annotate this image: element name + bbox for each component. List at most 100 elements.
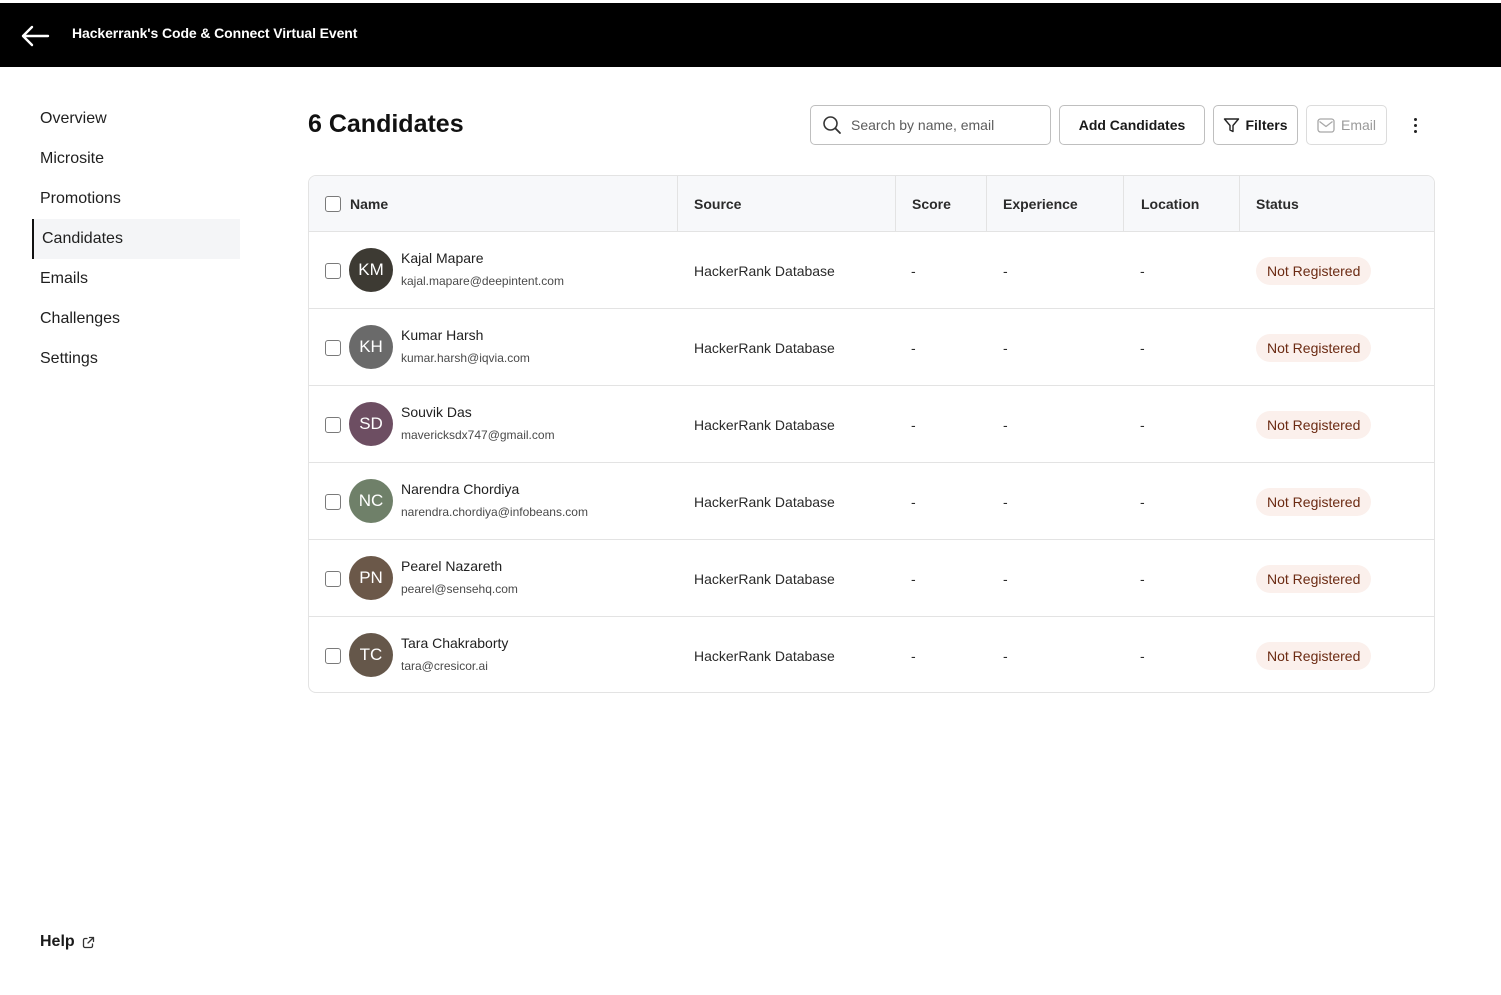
candidates-table: Name Source Score Experience Location St… <box>308 175 1435 693</box>
sidebar-item-challenges[interactable]: Challenges <box>32 299 240 339</box>
help-label: Help <box>40 933 75 950</box>
help-link[interactable]: Help <box>40 933 95 951</box>
candidate-name[interactable]: Pearel Nazareth <box>401 558 518 575</box>
search-box <box>810 105 1051 145</box>
row-checkbox-cell <box>325 232 341 309</box>
sidebar-item-emails[interactable]: Emails <box>32 259 240 299</box>
add-candidates-label: Add Candidates <box>1078 117 1186 133</box>
location-cell: - <box>1140 647 1145 664</box>
location-cell: - <box>1140 262 1145 279</box>
email-button[interactable]: Email <box>1306 105 1387 145</box>
status-cell: Not Registered <box>1256 232 1372 309</box>
table-row[interactable]: KM Kajal Mapare kajal.mapare@deepintent.co… <box>309 232 1434 309</box>
score-cell: - <box>911 493 916 510</box>
experience-cell: - <box>1003 339 1008 356</box>
experience-cell: - <box>1003 416 1008 433</box>
filter-icon <box>1224 117 1240 132</box>
location-cell: - <box>1140 570 1145 587</box>
experience-cell: - <box>1003 570 1008 587</box>
status-cell: Not Registered <box>1256 617 1372 692</box>
search-input[interactable] <box>851 117 1031 133</box>
candidate-name[interactable]: Kumar Harsh <box>401 327 530 344</box>
status-cell: Not Registered <box>1256 309 1372 386</box>
source-cell: HackerRank Database <box>694 339 835 356</box>
row-checkbox-cell <box>325 540 341 617</box>
candidate-name[interactable]: Kajal Mapare <box>401 250 564 267</box>
column-header-source[interactable]: Source <box>677 176 895 231</box>
search-icon <box>823 116 841 134</box>
event-title: Hackerrank's Code & Connect Virtual Even… <box>72 25 358 41</box>
candidate-name[interactable]: Tara Chakraborty <box>401 635 508 652</box>
table-row[interactable]: TC Tara Chakraborty tara@cresicor.ai Hacker… <box>309 617 1434 692</box>
candidate-name[interactable]: Narendra Chordiya <box>401 481 588 498</box>
row-checkbox-cell <box>325 309 341 386</box>
row-checkbox[interactable] <box>325 570 341 587</box>
source-cell: HackerRank Database <box>694 493 835 510</box>
table-row[interactable]: NC Narendra Chordiya narendra.chordiya@inf… <box>309 463 1434 540</box>
location-cell: - <box>1140 416 1145 433</box>
table-row[interactable]: PN Pearel Nazareth pearel@sensehq.com Hacke… <box>309 540 1434 617</box>
score-cell: - <box>911 339 916 356</box>
experience-cell: - <box>1003 647 1008 664</box>
select-all-checkbox[interactable] <box>325 195 341 212</box>
source-cell: HackerRank Database <box>694 416 835 433</box>
sidebar-item-promotions[interactable]: Promotions <box>32 179 240 219</box>
experience-cell: - <box>1003 262 1008 279</box>
column-header-name[interactable]: Name <box>350 196 388 212</box>
experience-cell: - <box>1003 493 1008 510</box>
avatar: KM <box>349 248 393 292</box>
row-checkbox-cell <box>325 463 341 540</box>
source-cell: HackerRank Database <box>694 570 835 587</box>
avatar: KH <box>349 325 393 369</box>
candidate-email: kumar.harsh@iqvia.com <box>401 351 530 365</box>
score-cell: - <box>911 647 916 664</box>
column-header-status[interactable]: Status <box>1239 176 1434 231</box>
candidate-info: Kumar Harsh kumar.harsh@iqvia.com <box>401 327 530 365</box>
sidebar-item-settings[interactable]: Settings <box>32 339 240 379</box>
location-cell: - <box>1140 339 1145 356</box>
sidebar-item-overview[interactable]: Overview <box>32 99 240 139</box>
back-button[interactable] <box>18 21 52 51</box>
status-badge: Not Registered <box>1256 333 1372 362</box>
avatar: NC <box>349 479 393 523</box>
status-cell: Not Registered <box>1256 540 1372 617</box>
row-checkbox[interactable] <box>325 262 341 279</box>
candidate-email: narendra.chordiya@infobeans.com <box>401 505 588 519</box>
sidebar-nav: Overview Microsite Promotions Candidates… <box>32 99 240 379</box>
filters-button[interactable]: Filters <box>1213 105 1298 145</box>
candidate-info: Tara Chakraborty tara@cresicor.ai <box>401 635 508 673</box>
row-checkbox-cell <box>325 386 341 463</box>
header-name-cell: Name <box>325 176 685 231</box>
status-badge: Not Registered <box>1256 256 1372 285</box>
column-header-score[interactable]: Score <box>895 176 986 231</box>
external-link-icon <box>82 936 94 948</box>
status-cell: Not Registered <box>1256 463 1372 540</box>
candidate-info: Pearel Nazareth pearel@sensehq.com <box>401 558 518 596</box>
row-checkbox[interactable] <box>325 339 341 356</box>
row-checkbox[interactable] <box>325 493 341 510</box>
row-checkbox[interactable] <box>325 416 341 433</box>
avatar: PN <box>349 556 393 600</box>
more-options-icon[interactable] <box>1404 112 1426 138</box>
row-checkbox-cell <box>325 617 341 692</box>
table-row[interactable]: SD Souvik Das mavericksdx747@gmail.com Hack… <box>309 386 1434 463</box>
filters-label: Filters <box>1245 117 1288 133</box>
candidate-name[interactable]: Souvik Das <box>401 404 555 421</box>
status-badge: Not Registered <box>1256 487 1372 516</box>
sidebar-item-microsite[interactable]: Microsite <box>32 139 240 179</box>
location-cell: - <box>1140 493 1145 510</box>
column-header-experience[interactable]: Experience <box>986 176 1123 231</box>
row-checkbox[interactable] <box>325 647 341 664</box>
sidebar-item-candidates[interactable]: Candidates <box>32 219 240 259</box>
candidate-email: pearel@sensehq.com <box>401 582 518 596</box>
score-cell: - <box>911 262 916 279</box>
table-body: KM Kajal Mapare kajal.mapare@deepintent.co… <box>309 232 1434 692</box>
top-bar: Hackerrank's Code & Connect Virtual Even… <box>0 3 1501 67</box>
add-candidates-button[interactable]: Add Candidates <box>1059 105 1205 145</box>
table-row[interactable]: KH Kumar Harsh kumar.harsh@iqvia.com Hacker… <box>309 309 1434 386</box>
candidate-email: mavericksdx747@gmail.com <box>401 428 555 442</box>
email-label: Email <box>1340 117 1376 133</box>
table-header: Name Source Score Experience Location St… <box>309 176 1434 232</box>
column-header-location[interactable]: Location <box>1123 176 1239 231</box>
source-cell: HackerRank Database <box>694 647 835 664</box>
